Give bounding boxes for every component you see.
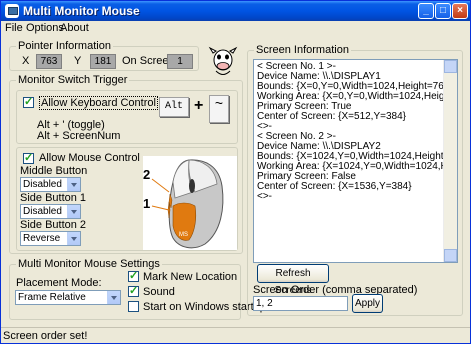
- mark-location-checkbox[interactable]: [128, 269, 139, 282]
- y-value: 181: [90, 54, 116, 69]
- pointer-info-title: Pointer Information: [16, 40, 113, 52]
- menu-about[interactable]: About: [60, 22, 89, 34]
- screen-info-line: <>-: [257, 191, 273, 202]
- cow-mascot-icon: [208, 46, 238, 75]
- maximize-button[interactable]: □: [435, 3, 451, 19]
- keyboard-control-checkbox[interactable]: [23, 95, 34, 108]
- switch-trigger-title: Monitor Switch Trigger: [16, 74, 130, 86]
- menu-file[interactable]: File: [5, 22, 23, 34]
- chevron-down-icon[interactable]: [67, 232, 80, 245]
- screen-info-text: < Screen No. 1 >- Device Name: \\.\DISPLA…: [257, 62, 457, 202]
- placement-mode-value: Frame Relative: [18, 292, 86, 303]
- side-button-2-label: Side Button 2: [20, 219, 87, 231]
- middle-button-value: Disabled: [23, 179, 62, 190]
- apply-button[interactable]: Apply: [352, 294, 383, 313]
- placement-mode-select[interactable]: Frame Relative: [15, 290, 121, 305]
- sound-label[interactable]: Sound: [143, 286, 175, 298]
- mark-location-label[interactable]: Mark New Location: [143, 271, 237, 283]
- settings-group: Multi Monitor Mouse Settings Placement M…: [9, 258, 266, 320]
- chevron-down-icon[interactable]: [107, 291, 120, 304]
- keyboard-control-label[interactable]: Allow Keyboard Control: [39, 96, 158, 110]
- side-button-1-select[interactable]: Disabled: [20, 204, 81, 219]
- screen-info-textarea[interactable]: < Screen No. 1 >- Device Name: \\.\DISPLA…: [253, 59, 458, 263]
- title-bar[interactable]: Multi Monitor Mouse _ □ ×: [1, 1, 470, 21]
- plus-sign: +: [194, 97, 204, 114]
- screen-order-label: Screen Order (comma separated): [253, 284, 418, 296]
- menu-options[interactable]: Options: [26, 22, 64, 34]
- scroll-up-icon[interactable]: [444, 60, 457, 73]
- y-label: Y: [74, 55, 82, 67]
- side-button-2-select[interactable]: Reverse: [20, 231, 81, 246]
- status-text: Screen order set!: [3, 330, 88, 342]
- app-icon: [5, 4, 19, 18]
- status-bar: Screen order set!: [1, 327, 470, 343]
- keyboard-hint-screennum: Alt + ScreenNum: [37, 130, 121, 142]
- placement-mode-label: Placement Mode:: [16, 277, 102, 289]
- screen-order-input[interactable]: 1, 2: [253, 296, 348, 311]
- mouse-control-label[interactable]: Allow Mouse Control: [39, 152, 140, 164]
- side-button-1-value: Disabled: [23, 206, 62, 217]
- screen-info-line: Center of Screen: {X=1536,Y=384}: [257, 181, 412, 192]
- mouse-control-box: Allow Mouse Control Middle Button Disabl…: [16, 147, 238, 251]
- refresh-screens-button[interactable]: Refresh Screens: [257, 264, 329, 296]
- startup-checkbox[interactable]: [128, 301, 139, 312]
- minimize-button[interactable]: _: [418, 3, 434, 19]
- callout-2: 2: [143, 167, 151, 182]
- alt-key-icon: Alt: [159, 97, 189, 117]
- chevron-down-icon[interactable]: [67, 205, 80, 218]
- mouse-control-checkbox[interactable]: [23, 151, 34, 164]
- on-screen-value: 1: [167, 54, 193, 69]
- switch-trigger-group: Monitor Switch Trigger Allow Keyboard Co…: [9, 74, 243, 254]
- screen-info-group: Screen Information < Screen No. 1 >- Devi…: [247, 44, 463, 316]
- pointer-info-group: Pointer Information X 763 Y 181 On Scree…: [9, 40, 199, 71]
- svg-text:MS: MS: [179, 232, 188, 238]
- close-button[interactable]: ×: [452, 3, 468, 19]
- sound-checkbox[interactable]: [128, 284, 139, 297]
- mouse-illustration: MS 2 1: [143, 156, 237, 250]
- middle-button-select[interactable]: Disabled: [20, 177, 81, 192]
- vertical-scrollbar[interactable]: [443, 60, 457, 262]
- tilde-key-icon: ~: [209, 95, 229, 123]
- mouse-icon: MS: [151, 159, 224, 249]
- side-button-2-value: Reverse: [23, 233, 61, 244]
- scroll-down-icon[interactable]: [444, 249, 457, 262]
- screen-info-line: Center of Screen: {X=512,Y=384}: [257, 111, 406, 122]
- side-button-1-label: Side Button 1: [20, 192, 87, 204]
- x-value: 763: [36, 54, 62, 69]
- screen-info-title: Screen Information: [254, 44, 351, 56]
- callout-1: 1: [143, 196, 151, 211]
- keyboard-control-box: Allow Keyboard Control Alt + ' (toggle) …: [16, 90, 238, 144]
- app-window: Multi Monitor Mouse _ □ × File Options A…: [0, 0, 471, 344]
- chevron-down-icon[interactable]: [67, 178, 80, 191]
- window-title: Multi Monitor Mouse: [23, 4, 140, 18]
- x-label: X: [22, 55, 30, 67]
- settings-title: Multi Monitor Mouse Settings: [16, 258, 162, 270]
- menu-bar: File Options About: [1, 21, 470, 36]
- middle-button-label: Middle Button: [20, 165, 88, 177]
